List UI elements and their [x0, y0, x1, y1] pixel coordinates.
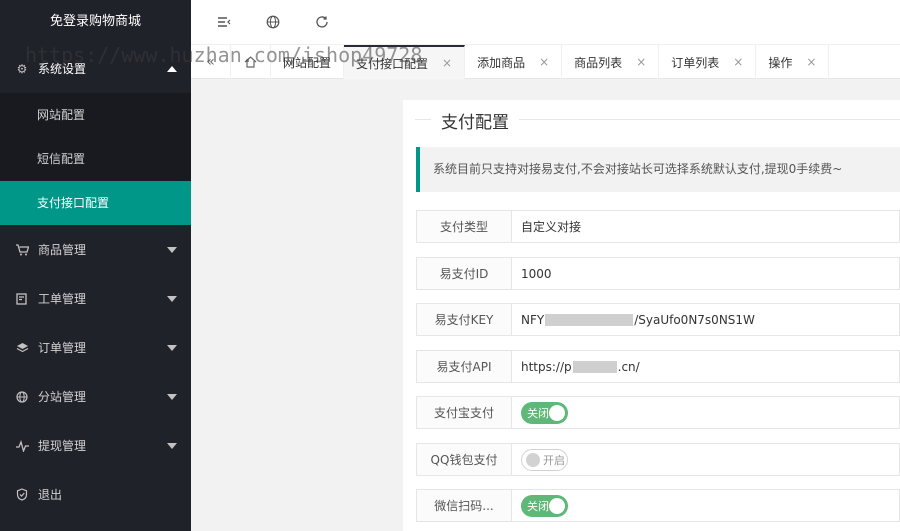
- field-value-suffix: /SyaUfo0N7s0NS1W: [634, 312, 755, 327]
- field-label: 易支付ID: [417, 258, 512, 289]
- globe-icon[interactable]: [264, 13, 282, 31]
- field-label: 支付宝支付: [417, 397, 512, 428]
- toggle-label: 关闭: [527, 406, 549, 420]
- toggle-knob: [549, 404, 565, 421]
- sidebar-item-label: 商品管理: [38, 243, 87, 257]
- tab-payment-config[interactable]: 支付接口配置 ×: [344, 45, 466, 79]
- toggle-knob: [526, 452, 540, 467]
- tab-bar: « 网站配置 支付接口配置 × 添加商品 × 商品列表 × 订单列表 × 操作 …: [191, 44, 900, 79]
- tab-scroll-left-button[interactable]: «: [191, 45, 231, 79]
- tab-order-list[interactable]: 订单列表 ×: [659, 45, 757, 79]
- sidebar-item-substations[interactable]: 分站管理: [0, 372, 191, 421]
- sidebar-item-label: 订单管理: [38, 341, 87, 355]
- toggle-label: 开启: [543, 453, 565, 467]
- field-label: QQ钱包支付: [417, 444, 512, 475]
- pulse-icon: [15, 439, 29, 453]
- sidebar-item-logout[interactable]: 退出: [0, 470, 191, 519]
- redacted-text: [572, 360, 617, 373]
- sidebar-item-orders[interactable]: 订单管理: [0, 323, 191, 372]
- tab-site-config[interactable]: 网站配置: [271, 45, 345, 79]
- shield-icon: [15, 488, 29, 502]
- chevron-down-icon: [167, 295, 177, 302]
- form-row-alipay: 支付宝支付 关闭: [416, 396, 900, 429]
- tab-operations[interactable]: 操作 ×: [756, 45, 830, 79]
- qqpay-toggle[interactable]: 开启: [521, 448, 568, 471]
- tab-add-product[interactable]: 添加商品 ×: [465, 45, 563, 79]
- sidebar-item-tickets[interactable]: 工单管理: [0, 274, 191, 323]
- field-value-suffix: .cn/: [617, 359, 640, 374]
- form-row-epay-key: 易支付KEY NFY /SyaUfo0N7s0NS1W: [416, 303, 900, 336]
- form-row-epay-id: 易支付ID 1000: [416, 257, 900, 290]
- field-value-prefix: NFY: [521, 312, 545, 327]
- app-title: 免登录购物商城: [49, 14, 141, 29]
- section-header: 支付配置: [415, 100, 900, 138]
- sidebar-item-site-config[interactable]: 网站配置: [0, 93, 191, 137]
- sidebar: 免登录购物商城 ⚙ 系统设置 网站配置 短信配置 支付接口配置 商品管理 工单管…: [0, 0, 191, 531]
- tab-label: 添加商品: [477, 55, 526, 70]
- home-icon[interactable]: [231, 45, 271, 79]
- tab-label: 支付接口配置: [356, 56, 429, 71]
- close-icon[interactable]: ×: [442, 56, 452, 70]
- close-icon[interactable]: ×: [636, 55, 646, 69]
- epay-api-input[interactable]: https://p .cn/: [512, 351, 899, 382]
- close-icon[interactable]: ×: [539, 55, 549, 69]
- alipay-toggle[interactable]: 关闭: [521, 401, 568, 424]
- epay-key-input[interactable]: NFY /SyaUfo0N7s0NS1W: [512, 304, 899, 335]
- sidebar-item-label: 工单管理: [38, 292, 87, 306]
- form-row-epay-api: 易支付API https://p .cn/: [416, 350, 900, 383]
- sidebar-item-label: 提现管理: [38, 439, 87, 453]
- sidebar-item-sms-config[interactable]: 短信配置: [0, 137, 191, 181]
- refresh-icon[interactable]: [313, 13, 331, 31]
- tab-label: 网站配置: [283, 55, 332, 70]
- globe-icon: [15, 390, 29, 404]
- toggle-label: 关闭: [527, 499, 549, 513]
- close-icon[interactable]: ×: [806, 55, 816, 69]
- gear-icon: ⚙: [16, 61, 28, 76]
- sidebar-submenu: 网站配置 短信配置 支付接口配置: [0, 93, 191, 225]
- epay-id-input[interactable]: 1000: [512, 258, 899, 289]
- notice-banner: 系统目前只支持对接易支付,不会对接站长可选择系统默认支付,提现0手续费~: [416, 147, 900, 192]
- form-value: 关闭: [512, 397, 899, 428]
- form-row-qqpay: QQ钱包支付 开启: [416, 443, 900, 476]
- chevron-down-icon: [167, 344, 177, 351]
- ticket-icon: [15, 292, 29, 306]
- tab-product-list[interactable]: 商品列表 ×: [562, 45, 660, 79]
- form-value: 开启: [512, 444, 899, 475]
- field-label: 易支付KEY: [417, 304, 512, 335]
- close-icon[interactable]: ×: [733, 55, 743, 69]
- tab-label: 订单列表: [671, 55, 720, 70]
- toggle-knob: [549, 497, 565, 514]
- chevron-down-icon: [167, 246, 177, 253]
- chevron-up-icon: [167, 65, 177, 72]
- pay-type-select[interactable]: 自定义对接: [512, 211, 899, 242]
- sidebar-item-label: 退出: [38, 488, 63, 502]
- cart-icon: [15, 243, 29, 257]
- sidebar-item-label: 分站管理: [38, 390, 87, 404]
- sidebar-item-products[interactable]: 商品管理: [0, 225, 191, 274]
- redacted-text: [545, 313, 634, 326]
- form-row-pay-type: 支付类型 自定义对接: [416, 210, 900, 243]
- page-title: 支付配置: [431, 108, 519, 133]
- menu-fold-icon[interactable]: [215, 13, 233, 31]
- wechat-toggle[interactable]: 关闭: [521, 494, 568, 517]
- form-row-wechat: 微信扫码... 关闭: [416, 489, 900, 522]
- tab-label: 商品列表: [574, 55, 623, 70]
- tab-label: 操作: [768, 55, 793, 70]
- form-value: 关闭: [512, 490, 899, 521]
- sidebar-item-system-settings[interactable]: ⚙ 系统设置: [0, 44, 191, 93]
- payment-config-card: 支付配置 系统目前只支持对接易支付,不会对接站长可选择系统默认支付,提现0手续费…: [403, 100, 900, 531]
- field-label: 易支付API: [417, 351, 512, 382]
- field-label: 微信扫码...: [417, 490, 512, 521]
- field-value-prefix: https://p: [521, 359, 572, 374]
- top-header: [191, 0, 900, 44]
- sidebar-item-withdrawals[interactable]: 提现管理: [0, 421, 191, 470]
- sidebar-item-label: 系统设置: [38, 62, 87, 76]
- layers-icon: [15, 341, 29, 355]
- chevron-down-icon: [167, 442, 177, 449]
- field-label: 支付类型: [417, 211, 512, 242]
- chevron-down-icon: [167, 393, 177, 400]
- sidebar-item-payment-config[interactable]: 支付接口配置: [0, 181, 191, 225]
